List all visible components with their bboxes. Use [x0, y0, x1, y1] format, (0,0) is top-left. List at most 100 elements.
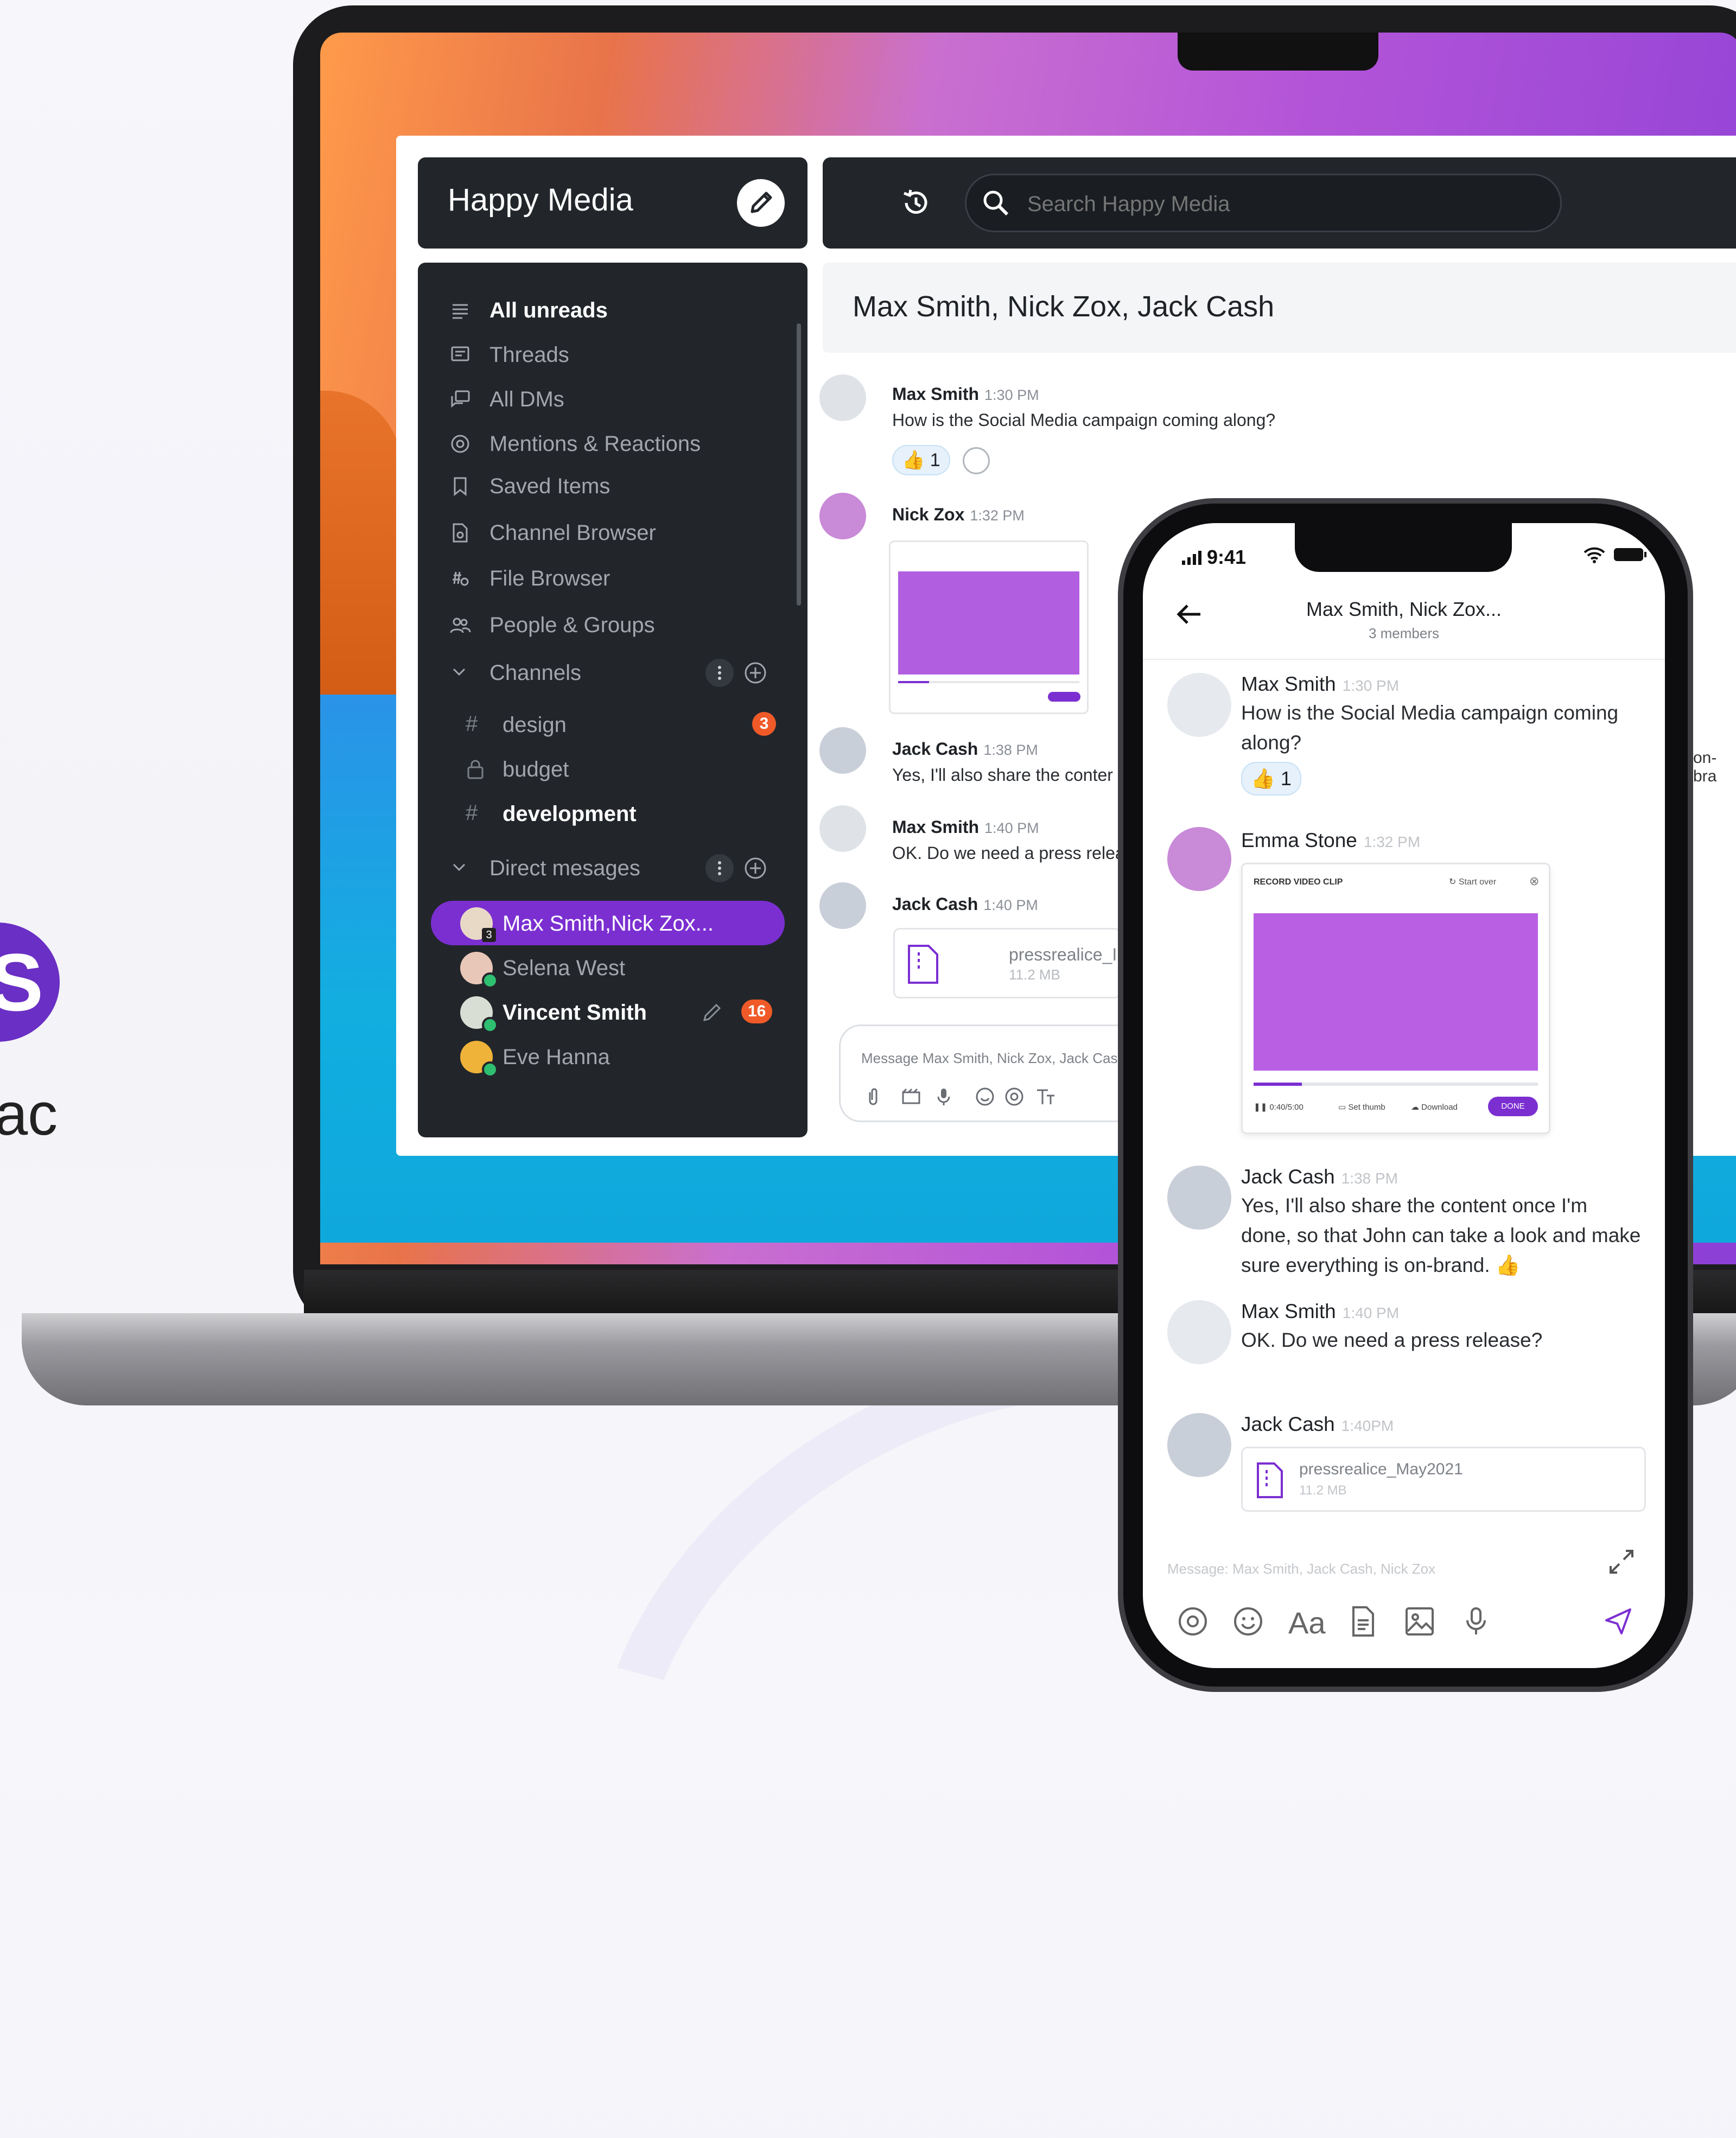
- document-icon[interactable]: [1347, 1605, 1379, 1638]
- mention-icon[interactable]: [1003, 1086, 1025, 1108]
- battery-icon: [1614, 548, 1646, 561]
- sidebar-item-all-dms[interactable]: All DMs: [418, 380, 798, 418]
- done-button[interactable]: [1048, 692, 1080, 702]
- list-icon: [453, 304, 468, 319]
- reaction-chip[interactable]: 👍 1: [892, 445, 950, 475]
- send-icon[interactable]: [1602, 1605, 1635, 1638]
- sidebar-item-threads[interactable]: Threads: [418, 335, 798, 373]
- set-thumb-button[interactable]: ▭ Set thumb: [1338, 1102, 1385, 1112]
- file-zip-icon: [1257, 1462, 1283, 1498]
- sidebar-item-mentions[interactable]: Mentions & Reactions: [418, 424, 798, 462]
- message-time: 1:30 PM: [984, 387, 1039, 403]
- history-button[interactable]: [899, 186, 933, 220]
- mention-icon[interactable]: [1177, 1605, 1209, 1638]
- compose-button[interactable]: [737, 179, 785, 227]
- emoji-icon[interactable]: [1232, 1605, 1264, 1638]
- avatar: [819, 882, 866, 929]
- message-time: 1:40 PM: [983, 897, 1038, 913]
- channels-section-label: Channels: [489, 661, 582, 685]
- avatar: [819, 805, 866, 852]
- channel-item-budget[interactable]: budget: [418, 750, 798, 788]
- dm-item-group-max-nick[interactable]: 3 Max Smith,Nick Zox...: [418, 904, 798, 942]
- brand-logo: S: [0, 922, 60, 1042]
- hash-icon: #: [466, 801, 478, 825]
- sidebar-item-all-unreads[interactable]: All unreads: [418, 291, 798, 329]
- download-button[interactable]: ☁ Download: [1411, 1102, 1458, 1112]
- emoji-icon[interactable]: [974, 1086, 996, 1108]
- message-text: OK. Do we need a press relea: [892, 843, 1125, 863]
- people-icon: [450, 618, 471, 633]
- sidebar-item-channel-browser[interactable]: Channel Browser: [418, 513, 798, 551]
- video-progress[interactable]: [898, 681, 1079, 683]
- dm-section-header[interactable]: Direct mesages: [418, 849, 798, 887]
- file-attachment[interactable]: pressrealice_May2021 11.2 MB: [1241, 1447, 1646, 1512]
- channels-more-button[interactable]: [705, 659, 734, 687]
- message-time: 1:38 PM: [983, 742, 1038, 758]
- dm-label: Vincent Smith: [503, 1001, 647, 1025]
- image-icon[interactable]: [1403, 1605, 1436, 1638]
- chevron-down-icon: [453, 668, 466, 676]
- sidebar-item-label: Saved Items: [489, 474, 611, 498]
- message-text: Yes, I'll also share the conter: [892, 765, 1113, 785]
- channel-label: design: [503, 713, 567, 737]
- chat-title: Max Smith, Nick Zox, Jack Cash: [853, 290, 1275, 323]
- file-zip-icon: [908, 945, 938, 984]
- video-clip-card[interactable]: [889, 540, 1089, 714]
- channel-label: budget: [503, 758, 569, 781]
- status-time: 9:41: [1181, 546, 1246, 569]
- search-bar[interactable]: [965, 174, 1562, 232]
- dm-item-eve-hanna[interactable]: Eve Hanna: [418, 1038, 798, 1078]
- channel-item-development[interactable]: # development: [418, 794, 798, 832]
- video-thumbnail[interactable]: [1254, 913, 1538, 1071]
- sidebar-item-label: Threads: [489, 343, 569, 367]
- reaction-chip[interactable]: 👍 1: [1241, 762, 1301, 796]
- microphone-icon[interactable]: [1460, 1605, 1492, 1638]
- expand-icon[interactable]: [1605, 1545, 1638, 1578]
- file-name: pressrealice_I: [1009, 945, 1117, 964]
- message-time: 1:40 PM: [1342, 1305, 1400, 1321]
- video-thumbnail[interactable]: [898, 571, 1079, 675]
- dm-more-button[interactable]: [705, 854, 734, 882]
- clapper-icon[interactable]: [900, 1086, 922, 1108]
- wallpaper-orange: [320, 391, 402, 695]
- peek-text: on-bra: [1693, 749, 1717, 785]
- video-progress[interactable]: [1254, 1083, 1538, 1086]
- dm-item-vincent-smith[interactable]: Vincent Smith 16: [418, 993, 798, 1033]
- online-status-dot: [482, 972, 498, 989]
- phone-composer-placeholder[interactable]: Message: Max Smith, Jack Cash, Nick Zox: [1167, 1561, 1435, 1577]
- sidebar-item-file-browser[interactable]: File Browser: [418, 559, 798, 597]
- dms-icon: [451, 390, 470, 408]
- text-format-button[interactable]: Aa: [1288, 1605, 1326, 1640]
- sidebar-item-people-groups[interactable]: People & Groups: [418, 606, 798, 644]
- sidebar-item-saved[interactable]: Saved Items: [418, 467, 798, 505]
- start-over-button[interactable]: ↻ Start over: [1449, 876, 1496, 887]
- top-bar: [823, 157, 1736, 249]
- channels-section-header[interactable]: Channels: [418, 653, 798, 691]
- add-dm-icon[interactable]: [743, 856, 767, 880]
- channel-item-design[interactable]: # design 3: [418, 705, 798, 743]
- avatar: [1167, 673, 1231, 737]
- sidebar-item-label: Channel Browser: [489, 521, 656, 545]
- more-vertical-icon: [718, 666, 721, 680]
- message-composer[interactable]: Message Max Smith, Nick Zox, Jack Cas: [839, 1025, 1165, 1122]
- done-button[interactable]: DONE: [1488, 1097, 1538, 1116]
- brand-logo-letter: S: [0, 937, 43, 1028]
- channel-browser-icon: [453, 523, 468, 543]
- laptop-notch: [1178, 33, 1378, 71]
- message-time: 1:40 PM: [984, 820, 1039, 836]
- bookmark-icon: [454, 477, 467, 497]
- file-attachment[interactable]: pressrealice_I 11.2 MB: [893, 928, 1121, 998]
- phone-screen: 9:41 Max Smith, Nick Zox... 3 members Ma…: [1143, 523, 1665, 1668]
- microphone-icon[interactable]: [933, 1086, 955, 1108]
- avatar: [1167, 1300, 1231, 1364]
- close-icon[interactable]: ⊗: [1529, 874, 1539, 888]
- attach-icon[interactable]: [862, 1086, 884, 1108]
- search-input[interactable]: [1026, 192, 1517, 217]
- video-clip-card[interactable]: RECORD VIDEO CLIP ↻ Start over ⊗ ❚❚ 0:40…: [1241, 863, 1550, 1134]
- dm-item-selena-west[interactable]: Selena West: [418, 949, 798, 989]
- phone-notch: [1295, 523, 1512, 572]
- add-channel-icon[interactable]: [743, 661, 767, 685]
- text-format-icon[interactable]: [1035, 1086, 1057, 1108]
- add-reaction-icon[interactable]: [963, 447, 990, 474]
- message-author: Emma Stone 1:32 PM: [1241, 829, 1421, 851]
